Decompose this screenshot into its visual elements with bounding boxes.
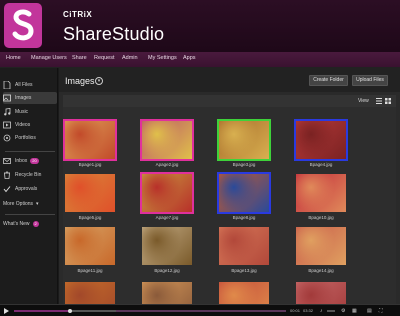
inbox-count-badge: 20 <box>30 158 39 164</box>
image-thumbnail[interactable] <box>296 227 346 265</box>
check-icon <box>3 186 11 193</box>
image-filename[interactable]: Bpage10.jpg <box>296 215 346 220</box>
image-filename[interactable]: Bpage13.jpg <box>219 268 269 273</box>
media-player: 00:01 03:32 ♪ ⚙ ▦ ▤ ⛶ <box>0 304 400 316</box>
sidebar-item-videos[interactable]: Videos <box>3 119 57 131</box>
nav-request[interactable]: Request <box>94 55 115 61</box>
duration-time: 03:32 <box>303 308 314 313</box>
image-filename[interactable]: Bpage12.jpg <box>142 268 192 273</box>
upload-files-button[interactable]: Upload Files <box>352 75 388 86</box>
image-thumbnail[interactable] <box>65 174 115 212</box>
sidebar: All Files Images Music Videos Portfolios… <box>0 68 58 304</box>
image-thumbnail[interactable] <box>296 174 346 212</box>
volume-slider[interactable] <box>327 310 335 312</box>
sidebar-item-label: What's New <box>3 221 30 227</box>
video-icon <box>3 121 11 129</box>
image-thumbnail[interactable] <box>296 282 346 304</box>
top-nav: Home Manage Users Share Request Admin My… <box>0 52 400 68</box>
image-filename[interactable]: Apage7.jpg <box>142 215 192 220</box>
sidebar-item-label: Music <box>15 109 29 115</box>
chevron-down-icon[interactable]: ▾ <box>95 77 103 85</box>
title-bar: Images ▾ Create Folder Upload Files <box>59 68 400 92</box>
sidebar-item-more-options[interactable]: More Options ▾ <box>3 198 57 210</box>
nav-my-settings[interactable]: My Settings <box>148 55 177 61</box>
image-gallery: Bpage1.jpg Apage2.jpg Bpage3.jpg Bpage4.jpg… <box>63 107 396 304</box>
nav-manage-users[interactable]: Manage Users <box>31 55 67 61</box>
sharestudio-logo[interactable] <box>4 3 42 48</box>
fullscreen-icon[interactable]: ⛶ <box>379 308 383 314</box>
sidebar-item-label: All Files <box>15 82 33 88</box>
nav-apps[interactable]: Apps <box>183 55 196 61</box>
image-thumbnail[interactable] <box>140 119 194 161</box>
sidebar-item-label: Portfolios <box>15 135 36 141</box>
portfolio-icon <box>3 134 11 142</box>
image-icon <box>3 94 11 102</box>
create-folder-button[interactable]: Create Folder <box>309 75 348 86</box>
sidebar-item-recycle-bin[interactable]: Recycle Bin <box>3 169 57 181</box>
image-thumbnail[interactable] <box>140 172 194 214</box>
app-header: CiTRiX ShareStudio <box>0 0 400 52</box>
sidebar-item-portfolios[interactable]: Portfolios <box>3 132 57 144</box>
page-title: Images <box>65 76 95 86</box>
view-bar: View <box>63 95 396 107</box>
image-filename[interactable]: Bpage4.jpg <box>296 162 346 167</box>
sidebar-item-approvals[interactable]: Approvals <box>3 183 57 195</box>
volume-icon[interactable]: ♪ <box>320 308 323 314</box>
nav-share[interactable]: Share <box>72 55 87 61</box>
sidebar-item-label: Videos <box>15 122 31 128</box>
cc-icon[interactable]: ▤ <box>367 308 372 314</box>
image-thumbnail[interactable] <box>217 119 271 161</box>
play-icon[interactable] <box>4 308 9 314</box>
image-thumbnail[interactable] <box>294 119 348 161</box>
document-icon <box>3 81 11 89</box>
settings-icon[interactable]: ⚙ <box>341 308 345 314</box>
view-label[interactable]: View <box>358 98 369 104</box>
seek-track[interactable] <box>116 310 286 312</box>
chevron-down-icon: ▾ <box>36 201 39 207</box>
image-thumbnail[interactable] <box>65 227 115 265</box>
nav-admin[interactable]: Admin <box>122 55 138 61</box>
progress-track[interactable] <box>14 309 116 313</box>
image-filename[interactable]: Bpage5.jpg <box>65 215 115 220</box>
main-content: Images ▾ Create Folder Upload Files View… <box>59 68 400 304</box>
list-view-icon[interactable] <box>376 98 392 104</box>
image-filename[interactable]: Apage2.jpg <box>142 162 192 167</box>
image-filename[interactable]: Bpage8.jpg <box>219 215 269 220</box>
sidebar-item-inbox[interactable]: Inbox 20 <box>3 155 57 167</box>
image-filename[interactable]: Bpage1.jpg <box>65 162 115 167</box>
sidebar-item-label: Recycle Bin <box>15 172 42 178</box>
progress-knob[interactable] <box>68 309 73 313</box>
company-logo-text: CiTRiX <box>63 10 93 19</box>
image-thumbnail[interactable] <box>142 282 192 304</box>
image-thumbnail[interactable] <box>217 172 271 214</box>
image-thumbnail[interactable] <box>63 119 117 161</box>
progress-fill <box>14 310 71 312</box>
nav-home[interactable]: Home <box>6 55 21 61</box>
music-icon <box>4 108 11 116</box>
sidebar-item-label: Images <box>15 95 32 101</box>
hd-icon[interactable]: ▦ <box>352 308 357 314</box>
image-thumbnail[interactable] <box>65 282 115 304</box>
sidebar-item-images[interactable]: Images <box>3 92 57 104</box>
image-filename[interactable]: Bpage14.jpg <box>296 268 346 273</box>
divider <box>5 151 55 152</box>
sidebar-item-label: Inbox <box>15 158 28 164</box>
sidebar-item-whats-new[interactable]: What's New 2 <box>3 218 57 230</box>
sidebar-item-label: More Options <box>3 201 34 207</box>
elapsed-time: 00:01 <box>290 308 301 313</box>
image-thumbnail[interactable] <box>142 227 192 265</box>
envelope-icon <box>3 158 11 164</box>
image-filename[interactable]: Bpage11.jpg <box>65 268 115 273</box>
whats-new-badge: 2 <box>32 221 39 227</box>
image-filename[interactable]: Bpage3.jpg <box>219 162 269 167</box>
image-thumbnail[interactable] <box>219 282 269 304</box>
sidebar-item-music[interactable]: Music <box>3 106 57 118</box>
sidebar-item-all-files[interactable]: All Files <box>3 79 57 91</box>
sidebar-item-label: Approvals <box>15 186 38 192</box>
trash-icon <box>4 171 10 179</box>
image-thumbnail[interactable] <box>219 227 269 265</box>
product-name: ShareStudio <box>63 24 165 44</box>
divider <box>5 214 55 215</box>
